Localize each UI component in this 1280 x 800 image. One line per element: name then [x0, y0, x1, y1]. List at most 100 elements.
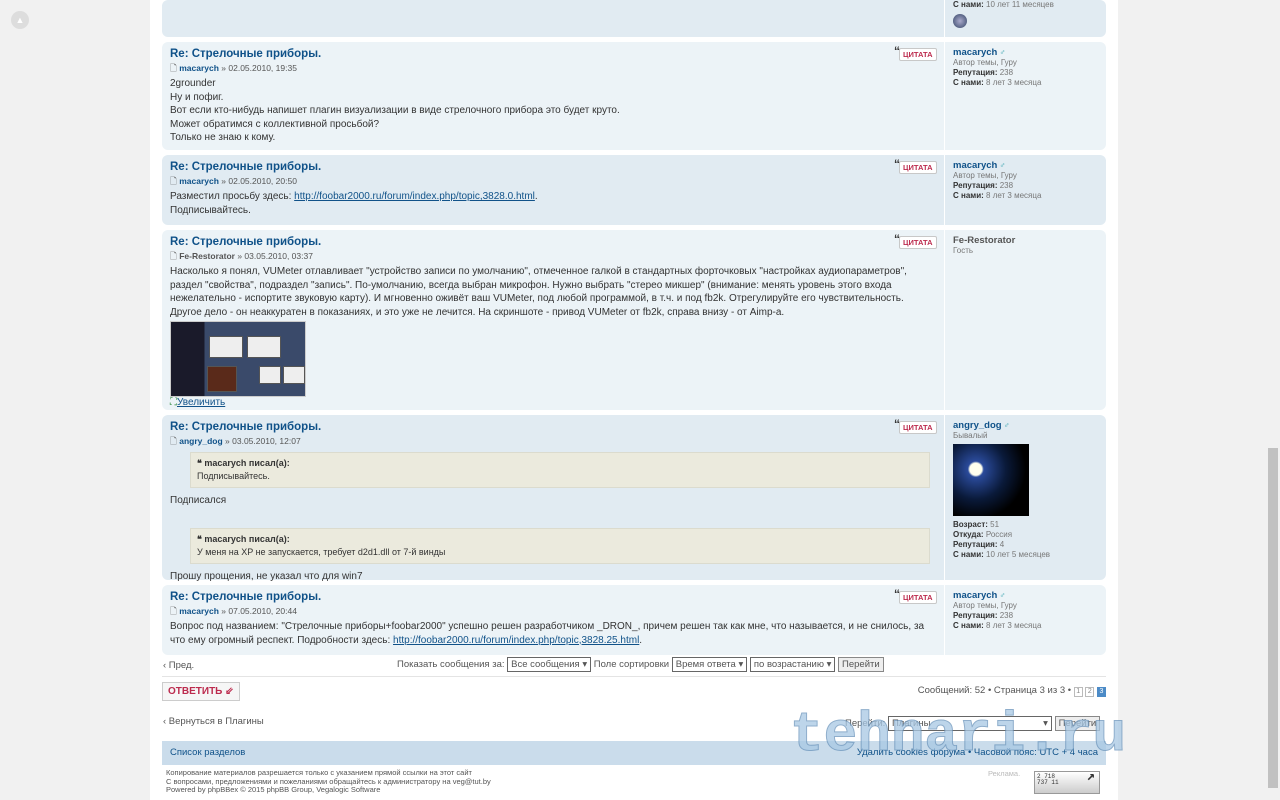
reputation-label: Репутация:	[953, 68, 998, 77]
jump-select[interactable]: Плагины ▾	[887, 716, 1052, 731]
sort-field-select[interactable]: Время ответа ▾	[671, 657, 748, 672]
counter-text: 2 718 737 11	[1037, 773, 1059, 786]
from-value: Россия	[985, 530, 1013, 539]
reputation-label: Репутация:	[953, 611, 998, 620]
post-date: » 03.05.2010, 03:37	[237, 251, 313, 261]
order-value: по возрастанию	[753, 659, 824, 670]
back-to-forum-link[interactable]: ‹ Вернуться в Плагины	[163, 716, 264, 727]
reputation-value: 4	[999, 540, 1005, 549]
visit-counter[interactable]: 2 718 737 11 ↗	[1034, 769, 1100, 794]
author-link[interactable]: angry_dog	[179, 436, 222, 446]
post: Re: Стрелочные приборы. 🗋 macarych » 07.…	[162, 585, 1106, 655]
topic-link[interactable]: http://foobar2000.ru/forum/index.php/top…	[294, 191, 535, 202]
page-content: С нами: 10 лет 11 месяцев Re: Стрелочные…	[150, 0, 1127, 800]
topic-link[interactable]: http://foobar2000.ru/forum/index.php/top…	[393, 635, 639, 646]
enlarge-icon: ⛶	[170, 397, 177, 408]
profile-name[interactable]: angry_dog	[953, 420, 1002, 431]
sort-label: Поле сортировки	[593, 659, 670, 671]
post-date: » 03.05.2010, 12:07	[225, 436, 301, 446]
line: Прошу прощения, не указал что для win7	[170, 570, 363, 582]
post-title[interactable]: Re: Стрелочные приборы.	[170, 421, 930, 434]
since-value: 10 лет 5 месяцев	[986, 550, 1051, 559]
profile-rank: Бывалый	[953, 431, 988, 440]
reply-button[interactable]: ОТВЕТИТЬ ⇙	[162, 682, 240, 701]
screenshot-thumbnail[interactable]	[170, 321, 306, 397]
reputation-value: 238	[999, 68, 1014, 77]
author-link[interactable]: macarych	[179, 176, 219, 186]
text: .	[639, 634, 643, 646]
profile-name[interactable]: macarych	[953, 160, 997, 171]
post-title[interactable]: Re: Стрелочные приборы.	[170, 236, 930, 249]
quote-text: Подписывайтесь.	[197, 471, 270, 481]
post-date: » 02.05.2010, 20:50	[221, 176, 297, 186]
post: Re: Стрелочные приборы. 🗋 Fe-Restorator …	[162, 230, 1106, 410]
ads-label: Реклама.	[988, 769, 1021, 778]
post: Re: Стрелочные приборы. 🗋 macarych » 02.…	[162, 155, 1106, 225]
page-1-link[interactable]: 1	[1073, 687, 1083, 697]
timezone: Часовой пояс: UTC + 4 часа	[973, 747, 1098, 758]
pagination-text: Сообщений: 52 • Страница 3 из 3 •	[917, 685, 1072, 696]
post: Re: Стрелочные приборы. 🗋 angry_dog » 03…	[162, 415, 1106, 582]
line: Только не знаю к кому.	[170, 132, 276, 143]
wrote-label: писал(а):	[248, 533, 290, 544]
enlarge-link[interactable]: Увеличить	[177, 397, 225, 408]
since-label: С нами:	[953, 0, 984, 9]
author-link[interactable]: macarych	[179, 606, 219, 616]
quote-block: ❝ macarych писал(а): У меня на XP не запу…	[190, 527, 930, 564]
profile-name: Fe-Restorator	[953, 235, 1016, 246]
post-content: 2grounder Ну и пофиг. Вот если кто-нибуд…	[170, 77, 930, 145]
profile-name[interactable]: macarych	[953, 47, 997, 58]
page-2-link[interactable]: 2	[1085, 687, 1095, 697]
paragraph: Насколько я понял, VUMeter отлавливает "…	[170, 266, 907, 304]
footer-navbar: Список разделов Удалить cookies форума •…	[162, 741, 1106, 765]
sort-order-select[interactable]: по возрастанию ▾	[749, 657, 836, 672]
quote-button[interactable]: ЦИТАТА	[894, 232, 937, 249]
forum-index-link[interactable]: Список разделов	[170, 747, 245, 758]
show-select[interactable]: Все сообщения ▾	[507, 657, 592, 672]
prev-link[interactable]: ‹ Пред.	[163, 660, 194, 671]
post-title[interactable]: Re: Стрелочные приборы.	[170, 48, 930, 61]
profile-name[interactable]: macarych	[953, 590, 997, 601]
since-label: С нами:	[953, 550, 984, 559]
since-value: 10 лет 11 месяцев	[986, 0, 1054, 9]
post-author-line: 🗋 angry_dog » 03.05.2010, 12:07	[170, 436, 930, 446]
scroll-to-top-button[interactable]: ▲	[11, 11, 29, 29]
post-author-line: 🗋 Fe-Restorator » 03.05.2010, 03:37	[170, 251, 930, 261]
post-partial: С нами: 10 лет 11 месяцев	[162, 0, 1106, 37]
author-link[interactable]: Fe-Restorator	[179, 251, 235, 261]
show-label: Показать сообщения за:	[397, 659, 505, 671]
post-profile: macarych ♂ Автор темы, Гуру Репутация: 2…	[944, 42, 1104, 150]
contact-icon[interactable]	[953, 14, 967, 28]
post-author-line: 🗋 macarych » 02.05.2010, 19:35	[170, 63, 930, 73]
jump-value: Плагины	[891, 718, 931, 729]
delete-cookies-link[interactable]: Удалить cookies форума	[857, 747, 966, 758]
jump-go-button[interactable]: Перейти	[1054, 716, 1101, 732]
arrow-icon: ↗	[1086, 769, 1095, 785]
author-link[interactable]: macarych	[179, 63, 219, 73]
reputation-value: 238	[999, 611, 1014, 620]
post-content: Вопрос под названием: "Стрелочные прибор…	[170, 620, 930, 647]
sort-go-button[interactable]: Перейти	[838, 657, 884, 673]
quote-icon: ❝	[197, 533, 202, 544]
post-icon: 🗋	[170, 606, 177, 616]
jump-box: Перейти: Плагины ▾ Перейти	[845, 716, 1106, 732]
quote-button[interactable]: ЦИТАТА	[894, 587, 937, 604]
reputation-label: Репутация:	[953, 181, 998, 190]
jump-label: Перейти:	[845, 718, 886, 730]
text: .	[534, 191, 538, 202]
sort-value: Время ответа	[675, 659, 736, 670]
footer-right-links: Удалить cookies форума • Часовой пояс: U…	[856, 747, 1098, 758]
quote-button[interactable]: ЦИТАТА	[894, 157, 937, 174]
since-label: С нами:	[953, 78, 984, 87]
quote-button[interactable]: ЦИТАТА	[894, 417, 937, 434]
quote-author: macarych	[204, 533, 247, 544]
avatar	[953, 444, 1029, 516]
post-date: » 07.05.2010, 20:44	[221, 606, 297, 616]
post-title[interactable]: Re: Стрелочные приборы.	[170, 161, 930, 174]
quote-button[interactable]: ЦИТАТА	[894, 44, 937, 61]
scrollbar[interactable]	[1266, 0, 1280, 800]
since-value: 8 лет 3 месяца	[986, 78, 1042, 87]
scrollbar-thumb[interactable]	[1268, 448, 1278, 788]
post-title[interactable]: Re: Стрелочные приборы.	[170, 591, 930, 604]
line: Вот если кто-нибудь напишет плагин визуа…	[170, 105, 620, 116]
